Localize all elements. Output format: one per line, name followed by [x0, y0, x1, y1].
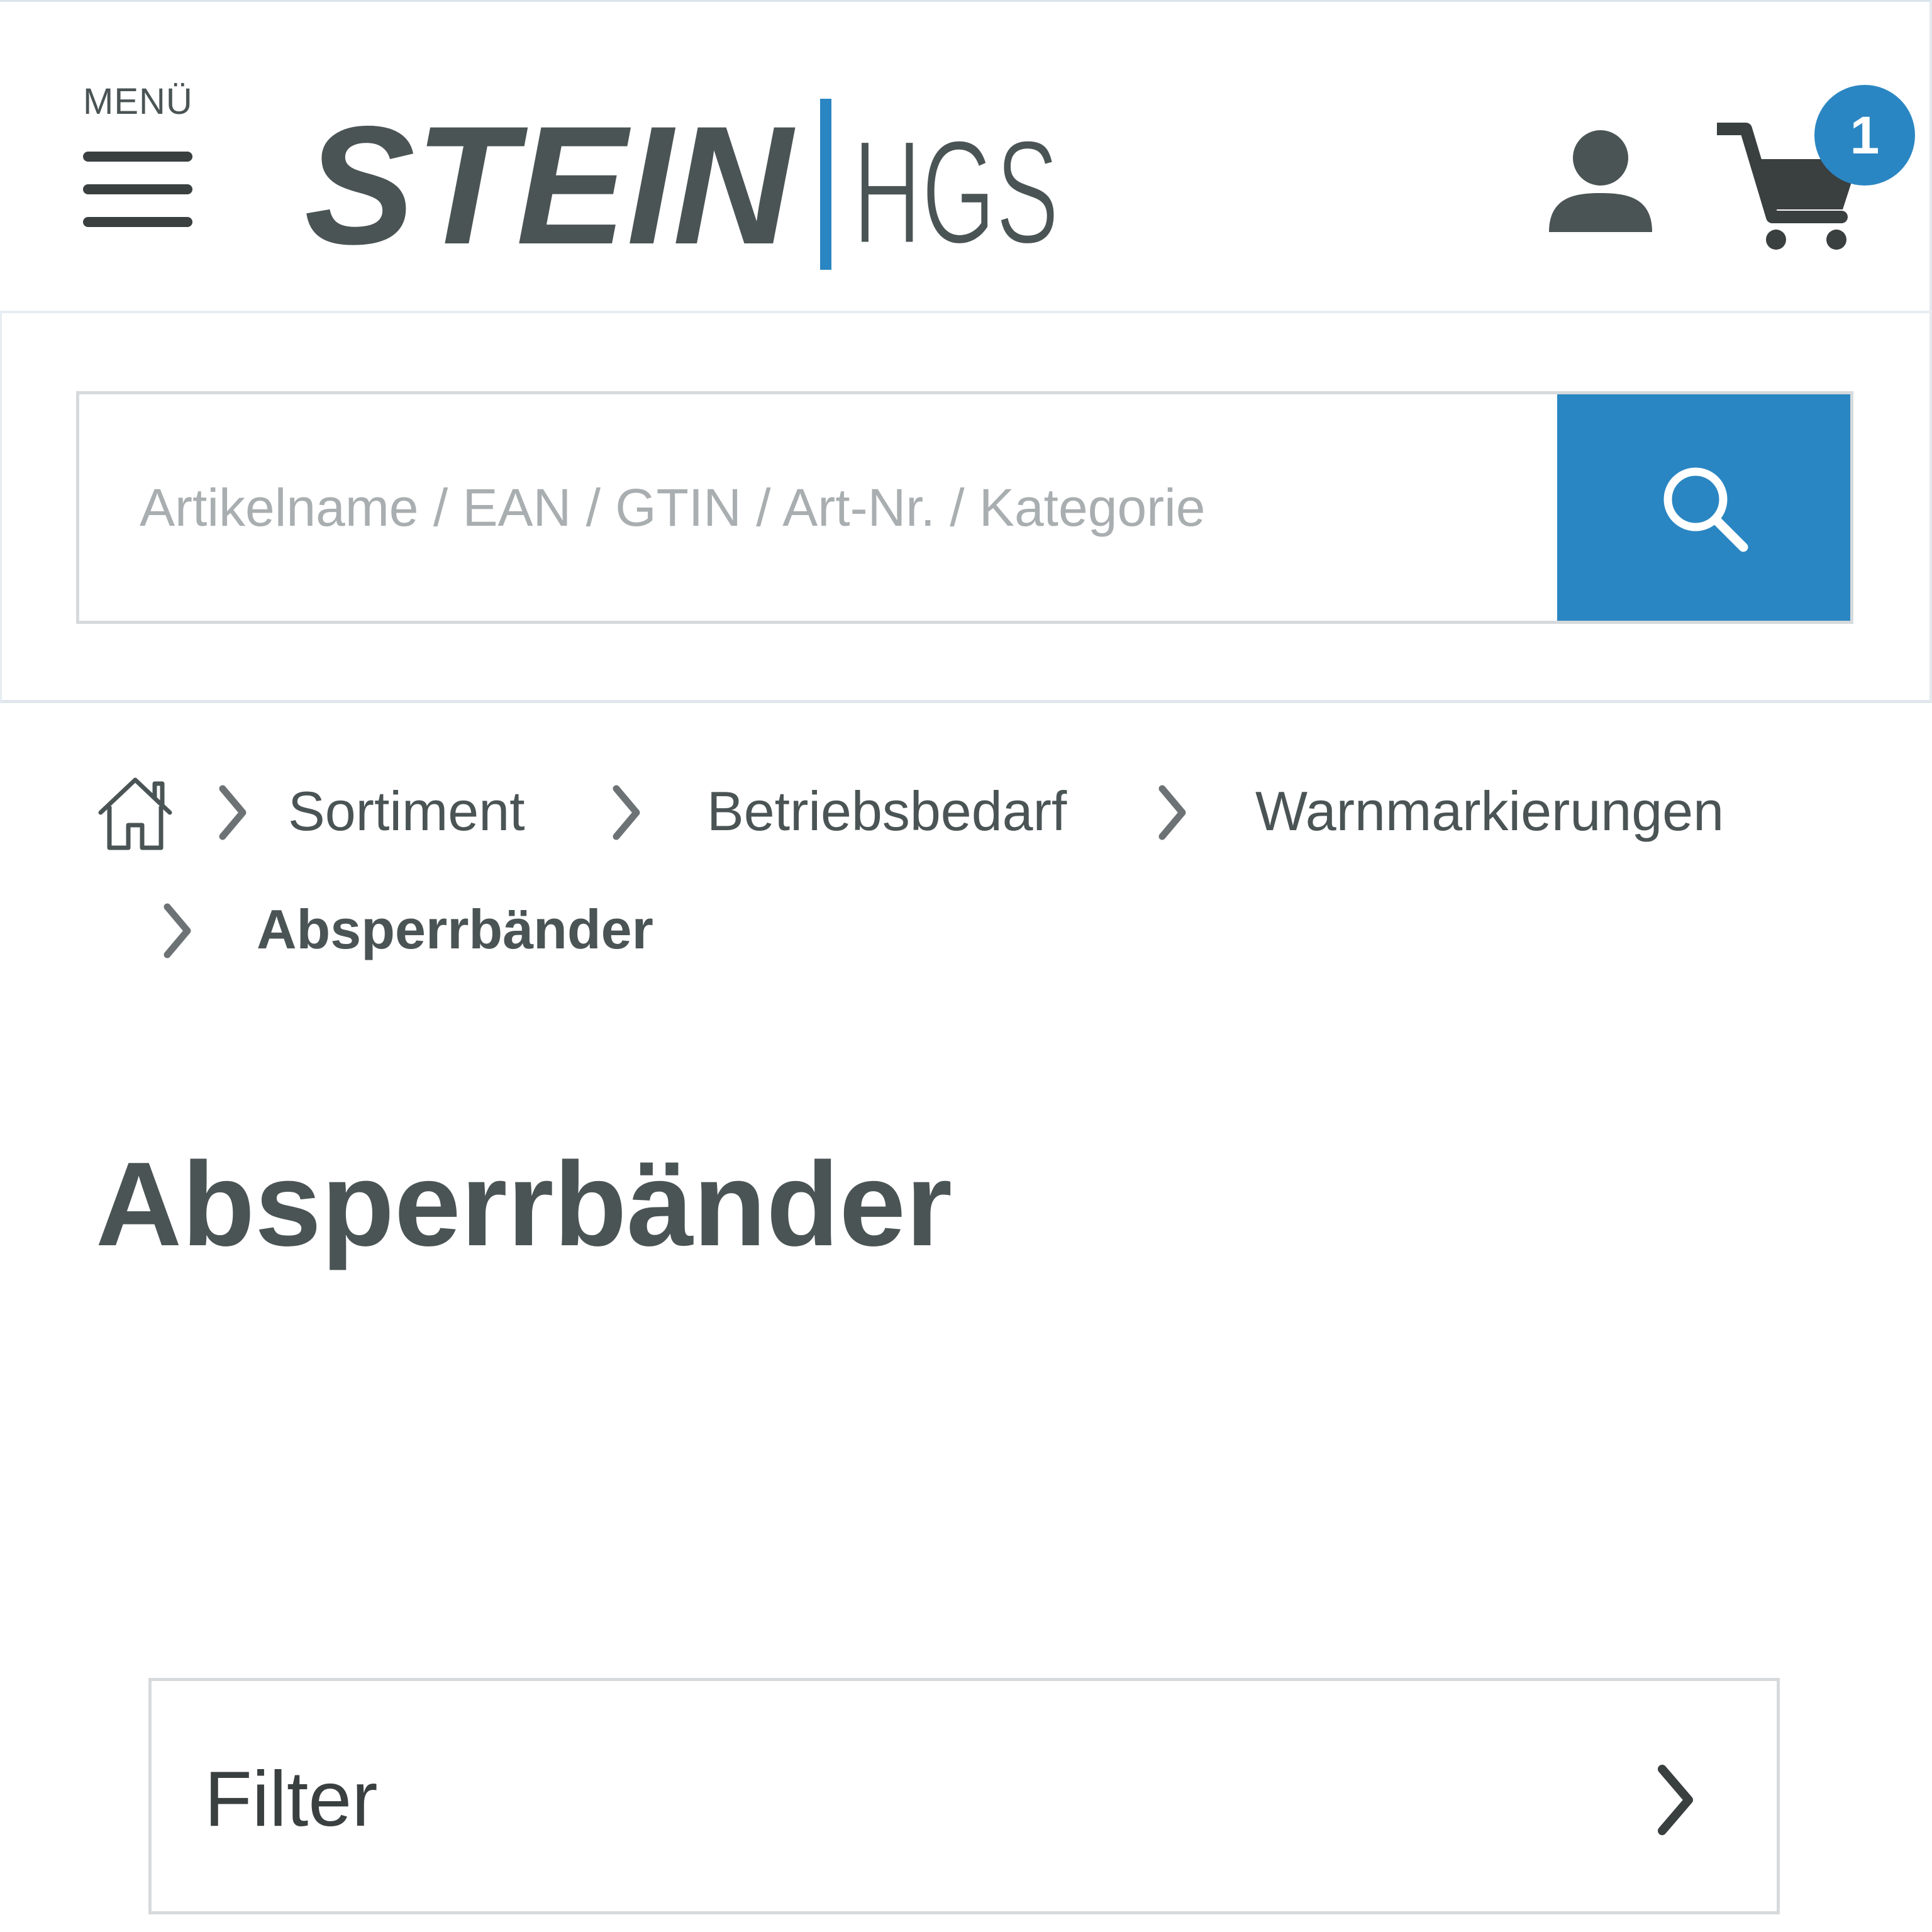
menu-button[interactable]: MENÜ	[75, 76, 201, 240]
logo-word-bold: STEIN	[304, 96, 797, 279]
filter-label: Filter	[204, 1756, 378, 1843]
logo-divider	[820, 99, 831, 270]
filter-button[interactable]: Filter	[148, 1678, 1780, 1914]
chevron-right-icon	[608, 781, 645, 844]
logo-word-light: HGS	[853, 109, 1059, 275]
user-icon[interactable]	[1544, 128, 1657, 241]
breadcrumb-item-betriebsbedarf[interactable]: Betriebsbedarf	[707, 784, 1067, 839]
stein-hgs-logo[interactable]: STEIN HGS	[304, 96, 1078, 279]
search-form	[76, 391, 1853, 624]
logo-graphic: STEIN HGS	[304, 96, 1061, 279]
menu-label: MENÜ	[83, 81, 193, 122]
chevron-right-icon	[1651, 1759, 1701, 1841]
chevron-right-icon	[214, 781, 252, 844]
breadcrumb-current: Absperrbänder	[257, 898, 653, 960]
breadcrumb: Sortiment Betriebsbedarf Warnmarkierunge…	[94, 766, 1855, 980]
site-header: MENÜ STEIN HGS 1	[0, 0, 1932, 311]
page-title: Absperrbänder	[96, 1138, 953, 1271]
breadcrumb-item-sortiment[interactable]: Sortiment	[288, 784, 525, 839]
search-section	[0, 311, 1932, 703]
hamburger-icon	[83, 145, 192, 233]
search-icon	[1663, 467, 1748, 552]
chevron-right-icon	[158, 899, 196, 962]
cart-count-badge: 1	[1814, 85, 1915, 186]
breadcrumb-item-warnmarkierungen[interactable]: Warnmarkierungen	[1255, 784, 1724, 839]
home-icon[interactable]	[94, 772, 176, 854]
search-input[interactable]	[79, 394, 1557, 621]
search-button[interactable]	[1557, 394, 1850, 621]
chevron-right-icon	[1153, 781, 1191, 844]
cart-button[interactable]: 1	[1711, 84, 1918, 253]
